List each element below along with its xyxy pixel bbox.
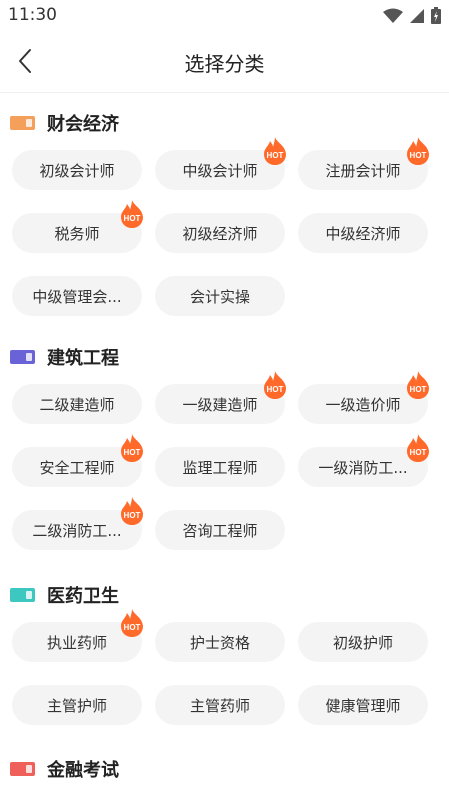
- category-chip[interactable]: 一级消防工... HOT: [298, 434, 429, 487]
- section-icon: [10, 116, 35, 130]
- flame-icon: HOT: [407, 434, 429, 462]
- flame-icon: HOT: [121, 434, 143, 462]
- flame-icon: HOT: [121, 200, 143, 228]
- hot-badge: HOT: [404, 433, 432, 463]
- category-chip[interactable]: 执业药师 HOT: [12, 609, 143, 662]
- section-header: 金融考试: [10, 756, 119, 782]
- section-header: 建筑工程: [10, 344, 119, 370]
- hot-badge: HOT: [404, 136, 432, 166]
- hot-text: HOT: [124, 511, 141, 520]
- battery-icon: [431, 7, 441, 24]
- section-title: 建筑工程: [47, 348, 119, 369]
- hot-text: HOT: [267, 151, 284, 160]
- category-chip-label: 主管药师: [189, 696, 250, 715]
- category-chip[interactable]: 初级护师: [298, 622, 428, 662]
- category-chip-label: 中级管理会...: [32, 287, 122, 306]
- category-chip[interactable]: 初级会计师: [12, 150, 142, 190]
- category-chip-label: 税务师: [54, 224, 100, 243]
- category-chip-label: 中级经济师: [325, 224, 401, 243]
- category-chip-label: 一级消防工...: [318, 458, 408, 477]
- section-title: 金融考试: [47, 760, 119, 781]
- wifi-icon: [383, 8, 403, 23]
- category-chip[interactable]: 初级经济师: [155, 213, 285, 253]
- hot-badge: HOT: [261, 370, 289, 400]
- category-chip[interactable]: 会计实操: [155, 276, 285, 316]
- flame-icon: HOT: [264, 371, 286, 399]
- category-chip[interactable]: 一级造价师 HOT: [298, 371, 429, 424]
- category-chip-label: 二级建造师: [39, 395, 115, 414]
- hot-badge: HOT: [261, 136, 289, 166]
- section-title: 医药卫生: [47, 586, 119, 607]
- category-chip[interactable]: 主管药师: [155, 685, 285, 725]
- page-title: 选择分类: [184, 52, 265, 76]
- section-icon: [10, 350, 35, 364]
- category-chip-label: 中级会计师: [182, 161, 258, 180]
- flame-icon: HOT: [264, 137, 286, 165]
- category-chip-label: 监理工程师: [182, 458, 258, 477]
- hot-text: HOT: [124, 214, 141, 223]
- category-chip[interactable]: 中级会计师 HOT: [155, 137, 286, 190]
- category-chip[interactable]: 二级消防工... HOT: [12, 497, 143, 550]
- category-chip-label: 注册会计师: [325, 161, 401, 180]
- category-chip[interactable]: 二级建造师: [12, 384, 142, 424]
- flame-icon: HOT: [407, 137, 429, 165]
- status-bar: 11:30: [0, 0, 449, 30]
- category-chip-label: 二级消防工...: [32, 521, 122, 540]
- status-icons: [383, 7, 441, 24]
- hot-text: HOT: [124, 448, 141, 457]
- hot-text: HOT: [410, 448, 427, 457]
- category-chip-label: 初级护师: [332, 633, 393, 652]
- category-chip[interactable]: 注册会计师 HOT: [298, 137, 429, 190]
- category-chip[interactable]: 税务师 HOT: [12, 200, 143, 253]
- hot-text: HOT: [124, 623, 141, 632]
- category-chip[interactable]: 健康管理师: [298, 685, 428, 725]
- flame-icon: HOT: [121, 497, 143, 525]
- category-chip[interactable]: 主管护师: [12, 685, 142, 725]
- hot-text: HOT: [410, 385, 427, 394]
- category-chip[interactable]: 中级经济师: [298, 213, 428, 253]
- category-chip[interactable]: 中级管理会...: [12, 276, 142, 316]
- category-chip-label: 安全工程师: [39, 458, 115, 477]
- category-chip-label: 咨询工程师: [182, 521, 258, 540]
- flame-icon: HOT: [121, 609, 143, 637]
- section-icon: [10, 762, 35, 776]
- category-chip-label: 护士资格: [189, 633, 250, 652]
- category-chip-label: 一级造价师: [325, 395, 401, 414]
- section-header: 财会经济: [10, 110, 119, 136]
- hot-badge: HOT: [118, 608, 146, 638]
- hot-badge: HOT: [118, 433, 146, 463]
- signal-icon: [410, 8, 424, 23]
- hot-badge: HOT: [118, 496, 146, 526]
- status-time: 11:30: [8, 5, 57, 25]
- category-chip[interactable]: 护士资格: [155, 622, 285, 662]
- category-chip[interactable]: 安全工程师 HOT: [12, 434, 143, 487]
- section-header: 医药卫生: [10, 582, 119, 608]
- hot-text: HOT: [410, 151, 427, 160]
- category-chip[interactable]: 一级建造师 HOT: [155, 371, 286, 424]
- category-chip[interactable]: 监理工程师: [155, 447, 285, 487]
- section-icon: [10, 588, 35, 602]
- category-chip-label: 初级经济师: [182, 224, 258, 243]
- nav-bar: 选择分类: [0, 30, 449, 93]
- category-chip-label: 一级建造师: [182, 395, 258, 414]
- flame-icon: HOT: [407, 371, 429, 399]
- category-chip-label: 执业药师: [46, 633, 107, 652]
- category-chip[interactable]: 咨询工程师: [155, 510, 285, 550]
- category-chip-label: 初级会计师: [39, 161, 115, 180]
- category-chip-label: 健康管理师: [325, 696, 401, 715]
- hot-badge: HOT: [118, 199, 146, 229]
- hot-badge: HOT: [404, 370, 432, 400]
- category-chip-label: 主管护师: [46, 696, 107, 715]
- hot-text: HOT: [267, 385, 284, 394]
- category-chip-label: 会计实操: [189, 287, 250, 306]
- section-title: 财会经济: [47, 114, 119, 135]
